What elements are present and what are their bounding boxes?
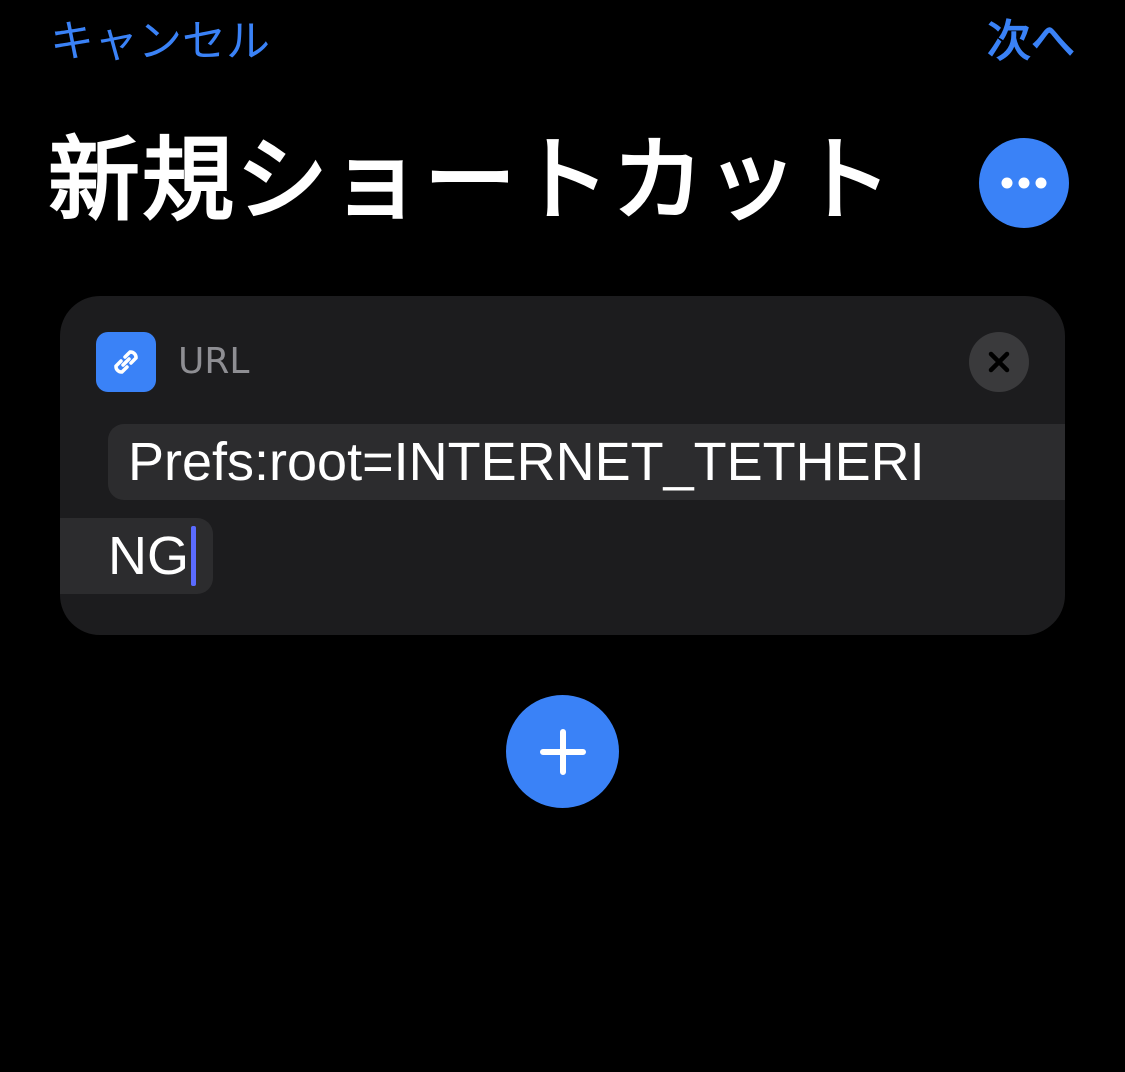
add-action-button[interactable] <box>506 695 619 808</box>
more-options-button[interactable] <box>979 138 1069 228</box>
next-button[interactable]: 次へ <box>987 14 1075 70</box>
cancel-button[interactable]: キャンセル <box>50 14 270 70</box>
url-input-line-2[interactable]: NG <box>108 524 189 588</box>
close-icon <box>988 351 1010 373</box>
page-title: 新規ショートカット <box>48 127 895 234</box>
action-label: URL <box>178 341 250 382</box>
url-input-line-1[interactable]: Prefs:root=INTERNET_TETHERI <box>128 430 925 494</box>
text-cursor <box>191 526 196 586</box>
url-action-card[interactable]: URL Prefs:root=INTERNET_TETHERI NG <box>60 296 1065 635</box>
link-icon <box>96 332 156 392</box>
plus-icon <box>539 728 586 775</box>
remove-action-button[interactable] <box>969 332 1029 392</box>
ellipsis-icon <box>1001 177 1047 189</box>
